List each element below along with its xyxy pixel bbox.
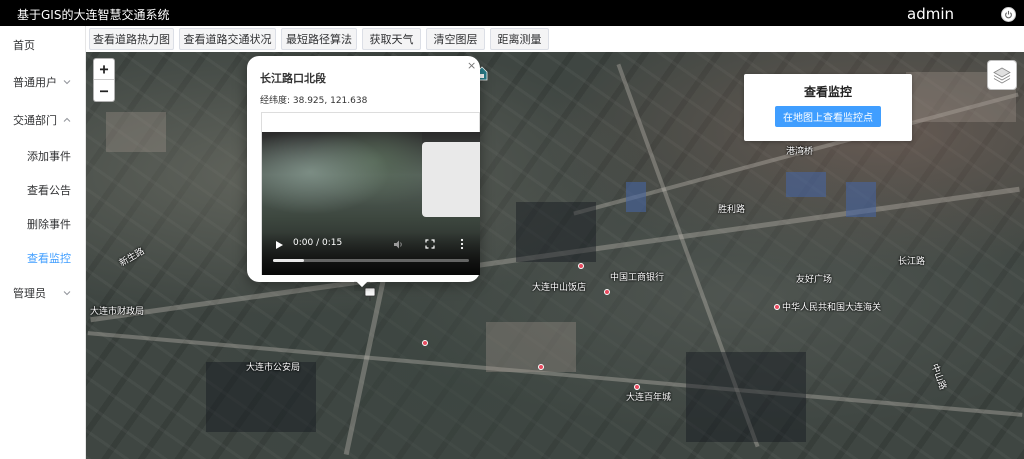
sidebar-item-label: 管理员 [13, 287, 46, 300]
get-weather-button[interactable]: 获取天气 [362, 28, 421, 50]
map-label: 新生路 [118, 246, 147, 269]
zoom-in-button[interactable]: + [94, 59, 114, 80]
map-label: 中华人民共和国大连海关 [782, 303, 882, 313]
map-poi[interactable] [634, 384, 640, 390]
map-label: 港湾桥 [786, 147, 814, 157]
sidebar-item-delete-event[interactable]: 删除事件 [0, 212, 86, 236]
sidebar-item-normal-user[interactable]: 普通用户 [0, 70, 86, 94]
map-label: 胜利路 [718, 205, 746, 215]
road-heatmap-button[interactable]: 查看道路热力图 [89, 28, 174, 50]
clear-layers-button[interactable]: 清空图层 [426, 28, 485, 50]
map-label: 大连中山饭店 [532, 283, 587, 293]
shortest-path-button[interactable]: 最短路径算法 [281, 28, 357, 50]
sidebar-item-home[interactable]: 首页 [0, 33, 86, 57]
close-icon[interactable]: × [467, 60, 477, 71]
chevron-down-icon [63, 80, 71, 85]
popup-coordinates: 经纬度: 38.925, 121.638 [260, 96, 368, 106]
sidebar-item-label: 删除事件 [27, 218, 71, 231]
map-building [686, 352, 806, 442]
sidebar-item-view-monitor[interactable]: 查看监控 [0, 246, 86, 270]
zoom-control: + − [93, 58, 115, 102]
fullscreen-icon[interactable] [425, 239, 435, 249]
sidebar-item-label: 添加事件 [27, 150, 71, 163]
sidebar-item-label: 查看监控 [27, 252, 71, 265]
sidebar-item-traffic-dept[interactable]: 交通部门 [0, 108, 86, 132]
sidebar-item-view-notice[interactable]: 查看公告 [0, 178, 86, 202]
map-label: 友好广场 [796, 275, 833, 285]
zoom-out-button[interactable]: − [94, 80, 114, 101]
video-time: 0:00 / 0:15 [293, 238, 343, 248]
map-view[interactable]: 长江路 大连市财政局 中华人民共和国大连海关 大连中山饭店 中国工商银行 胜利路… [86, 52, 1024, 459]
map-poi[interactable] [538, 364, 544, 370]
show-monitor-points-button[interactable]: 在地图上查看监控点 [775, 106, 881, 127]
volume-icon[interactable] [393, 239, 404, 250]
map-building [786, 172, 826, 197]
layers-button[interactable] [987, 60, 1017, 90]
map-building [626, 182, 646, 212]
map-building [106, 112, 166, 152]
sidebar-item-label: 查看公告 [27, 184, 71, 197]
video-progress-fill [273, 259, 305, 262]
toolbar: 查看道路热力图 查看道路交通状况 最短路径算法 获取天气 清空图层 距离测量 [86, 26, 1024, 52]
map-label: 大连市公安局 [246, 363, 301, 373]
video-player[interactable]: 0:00 / 0:15 [261, 112, 480, 275]
sidebar: 首页 普通用户 交通部门 添加事件 查看公告 删除事件 查看监控 管理员 [0, 26, 86, 459]
sidebar-item-label: 首页 [13, 39, 35, 52]
sidebar-item-label: 普通用户 [13, 76, 57, 89]
map-label: 中国工商银行 [610, 273, 665, 283]
map-building [846, 182, 876, 217]
chevron-down-icon [63, 291, 71, 296]
monitor-panel: 查看监控 在地图上查看监控点 [744, 74, 912, 141]
map-label: 长江路 [898, 257, 926, 267]
video-controls: 0:00 / 0:15 [262, 232, 480, 275]
sidebar-item-label: 交通部门 [13, 114, 57, 127]
map-poi[interactable] [604, 289, 610, 295]
play-icon[interactable] [274, 240, 284, 250]
map-label: 中山路 [928, 362, 948, 392]
video-content [262, 132, 422, 232]
map-label: 大连市财政局 [90, 307, 145, 317]
app-title: 基于GIS的大连智慧交通系统 [17, 8, 170, 22]
more-options-icon[interactable] [457, 238, 467, 250]
popup-title: 长江路口北段 [260, 72, 326, 85]
map-poi[interactable] [422, 340, 428, 346]
video-progress-bar[interactable] [273, 259, 469, 262]
sidebar-item-add-event[interactable]: 添加事件 [0, 144, 86, 168]
video-content [422, 142, 480, 217]
monitor-panel-title: 查看监控 [803, 85, 852, 99]
map-label: 大连百年城 [626, 393, 672, 403]
user-name[interactable]: admin [907, 5, 954, 23]
layers-icon [993, 67, 1011, 84]
power-icon [1005, 10, 1012, 19]
avatar[interactable] [1001, 7, 1016, 22]
video-frame[interactable]: 0:00 / 0:15 [262, 132, 480, 275]
measure-distance-button[interactable]: 距离测量 [490, 28, 549, 50]
popup-tip [354, 281, 370, 291]
sidebar-item-admin[interactable]: 管理员 [0, 281, 86, 305]
top-header: 基于GIS的大连智慧交通系统 admin [0, 0, 1024, 26]
monitor-popup: × 长江路口北段 经纬度: 38.925, 121.638 0:00 / 0:1… [247, 56, 480, 282]
chevron-up-icon [63, 117, 71, 122]
road-traffic-button[interactable]: 查看道路交通状况 [179, 28, 276, 50]
map-building [516, 202, 596, 262]
map-poi[interactable] [578, 263, 584, 269]
map-poi[interactable] [774, 304, 780, 310]
map-building [486, 322, 576, 372]
